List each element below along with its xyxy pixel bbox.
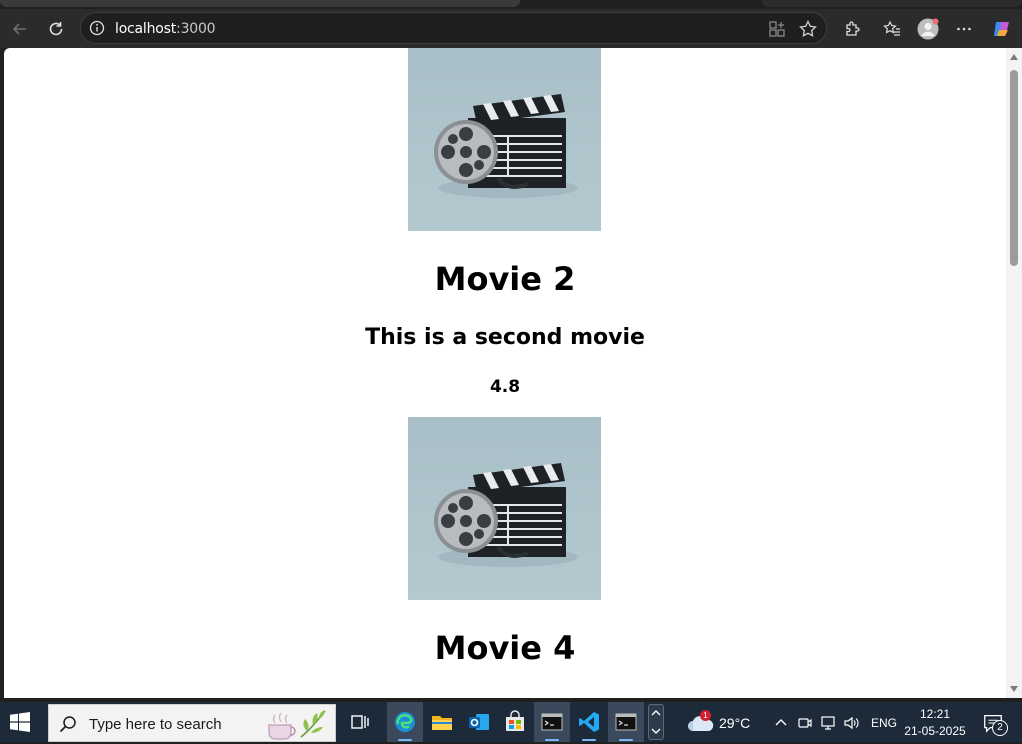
scrollbar-thumb[interactable] <box>1010 70 1018 266</box>
film-clapperboard-reel-icon <box>434 463 578 567</box>
search-placeholder: Type here to search <box>89 716 222 733</box>
more-dots-icon <box>957 27 971 31</box>
edge-browser-icon <box>395 712 415 732</box>
taskbar-vscode-app[interactable] <box>571 702 607 742</box>
active-app-indicator <box>582 739 596 741</box>
movie-description: This is a second movie <box>365 325 645 350</box>
task-view-button[interactable] <box>342 702 378 742</box>
extensions-button[interactable] <box>840 17 864 41</box>
weather-alert-badge: 1 <box>700 710 711 721</box>
scroll-down-arrow-icon[interactable] <box>1010 686 1018 692</box>
active-app-indicator <box>545 739 559 741</box>
notification-center-button[interactable]: 2 <box>980 710 1010 736</box>
overflow-chevrons-icon <box>651 710 661 734</box>
windows-start-icon[interactable] <box>10 712 30 732</box>
movie-poster-image <box>408 417 601 600</box>
volume-speaker-icon[interactable] <box>843 715 859 731</box>
taskbar-search-box[interactable]: Type here to search <box>48 704 336 742</box>
profile-button[interactable] <box>916 17 940 41</box>
taskbar-file-explorer-app[interactable] <box>424 702 460 742</box>
search-icon <box>59 716 76 733</box>
url-host: localhost <box>115 21 177 37</box>
copilot-button[interactable] <box>990 17 1014 41</box>
command-prompt-icon <box>541 713 563 731</box>
meet-now-camera-icon[interactable] <box>797 715 813 731</box>
tab-strip <box>0 0 1022 9</box>
site-info-icon[interactable] <box>89 20 105 36</box>
address-bar[interactable]: localhost:3000 <box>80 12 827 44</box>
refresh-button[interactable] <box>44 17 68 41</box>
favorites-list-icon <box>883 20 900 36</box>
search-highlight-tea-leaf-icon <box>268 710 326 740</box>
command-prompt-icon <box>615 713 637 731</box>
refresh-icon <box>49 22 63 36</box>
url-port: :3000 <box>176 21 216 37</box>
movie-title: Movie 4 <box>434 629 576 667</box>
active-app-indicator <box>398 739 412 741</box>
taskbar-overflow-scroller[interactable] <box>648 704 664 740</box>
movie-rating: 4.8 <box>489 377 521 397</box>
store-bag-icon <box>506 710 524 731</box>
url-text[interactable]: localhost:3000 <box>115 21 216 37</box>
task-view-icon <box>351 715 369 729</box>
clock-date: 21-05-2025 <box>904 724 966 738</box>
outlook-icon <box>469 714 489 730</box>
active-tab[interactable] <box>0 0 520 7</box>
browser-toolbar: localhost:3000 <box>0 9 1022 48</box>
active-app-indicator <box>619 739 633 741</box>
taskbar-outlook-app[interactable] <box>461 702 497 742</box>
notification-count-badge: 2 <box>992 720 1008 736</box>
copilot-icon <box>994 22 1009 36</box>
folder-icon <box>432 716 452 730</box>
scroll-up-arrow-icon[interactable] <box>1010 54 1018 60</box>
film-clapperboard-reel-icon <box>434 94 578 198</box>
taskbar-store-app[interactable] <box>497 702 533 742</box>
input-language[interactable]: ENG <box>871 716 897 730</box>
avatar-icon <box>917 18 939 40</box>
movie-title: Movie 2 <box>434 260 576 298</box>
taskbar-edge-app[interactable] <box>387 702 423 742</box>
settings-more-button[interactable] <box>952 17 976 41</box>
puzzle-icon <box>846 21 860 36</box>
movie-poster-image <box>408 48 601 231</box>
clock-time: 12:21 <box>919 707 951 721</box>
network-monitor-icon[interactable] <box>820 715 836 731</box>
show-hidden-icons-chevron-icon[interactable] <box>774 716 788 730</box>
app-available-icon[interactable] <box>767 19 787 39</box>
weather-temperature: 29°C <box>719 715 751 731</box>
taskbar-terminal-app[interactable] <box>534 702 570 742</box>
clock-widget[interactable]: 12:21 21-05-2025 <box>900 704 970 740</box>
other-tab[interactable] <box>762 0 1022 7</box>
favorite-star-icon[interactable] <box>798 19 818 39</box>
page-scrollbar[interactable] <box>1006 48 1022 698</box>
vscode-icon <box>579 712 599 732</box>
taskbar-terminal-app-2[interactable] <box>608 702 644 742</box>
back-arrow-icon <box>12 23 26 35</box>
back-button[interactable] <box>8 17 32 41</box>
page-viewport: Movie 2 This is a second movie 4.8 Movie… <box>4 48 1006 698</box>
weather-widget[interactable]: 1 29°C <box>684 702 754 742</box>
windows-taskbar: Type here to search 1 29°C ENG 12:21 21-… <box>0 702 1022 742</box>
favorites-button[interactable] <box>880 17 904 41</box>
